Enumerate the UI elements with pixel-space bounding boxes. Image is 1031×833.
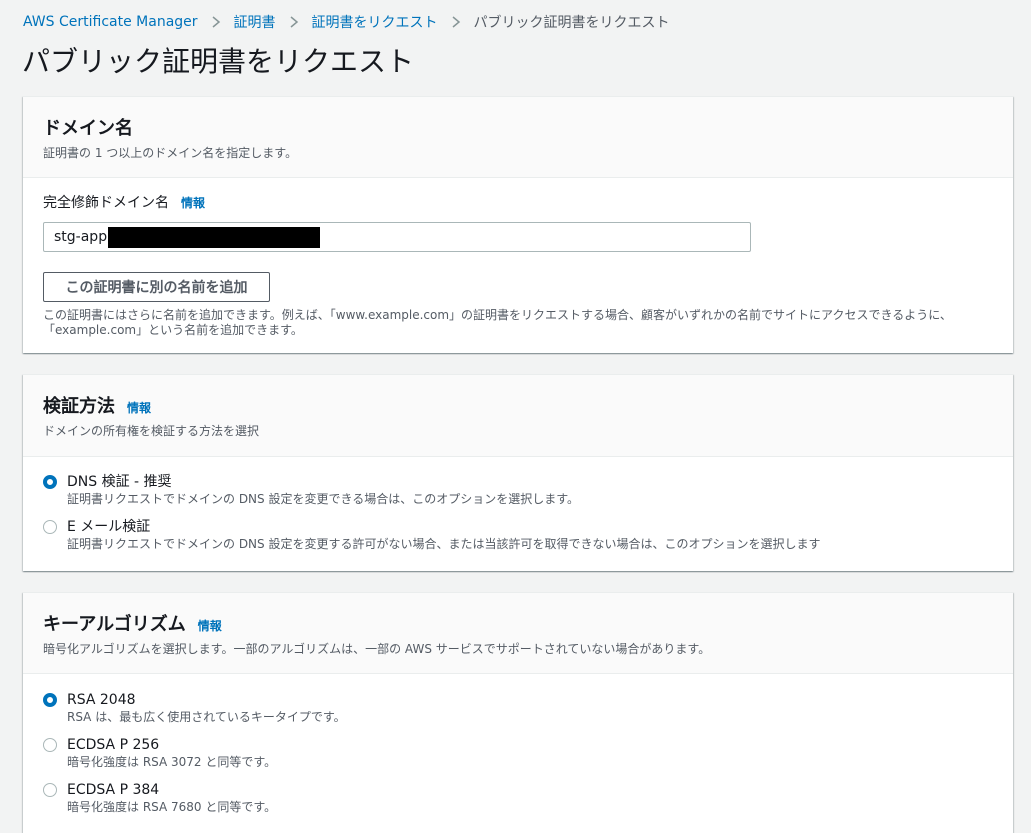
key-algorithm-description: 暗号化アルゴリズムを選択します。一部のアルゴリズムは、一部の AWS サービスで… xyxy=(43,642,711,656)
add-another-name-button[interactable]: この証明書に別の名前を追加 xyxy=(43,272,270,302)
fqdn-info-link[interactable]: 情報 xyxy=(181,194,205,211)
validation-method-panel: 検証方法 情報 ドメインの所有権を検証する方法を選択 DNS 検証 - 推奨 証… xyxy=(23,374,1013,571)
page-title: パブリック証明書をリクエスト xyxy=(22,45,415,78)
add-name-hint: この証明書にはさらに名前を追加できます。例えば、「www.example.com… xyxy=(43,308,993,338)
domain-name-description: 証明書の 1 つ以上のドメイン名を指定します。 xyxy=(43,146,298,160)
radio-option-dns[interactable]: DNS 検証 - 推奨 証明書リクエストでドメインの DNS 設定を変更できる場… xyxy=(43,473,993,507)
domain-name-panel-body: 完全修飾ドメイン名 情報 この証明書に別の名前を追加 この証明書にはさらに名前を… xyxy=(23,178,1013,338)
radio-button-ecdsa-p256[interactable] xyxy=(43,738,57,752)
domain-name-panel-header: ドメイン名 証明書の 1 つ以上のドメイン名を指定します。 xyxy=(23,97,1013,178)
breadcrumb: AWS Certificate Manager 証明書 証明書をリクエスト パブ… xyxy=(23,12,670,32)
fqdn-label: 完全修飾ドメイン名 xyxy=(43,195,169,211)
chevron-right-icon xyxy=(211,16,221,28)
domain-name-title: ドメイン名 xyxy=(43,118,133,139)
radio-label-ecdsa-p384: ECDSA P 384 xyxy=(67,782,160,798)
breadcrumb-request-link[interactable]: 証明書をリクエスト xyxy=(312,12,438,32)
validation-method-title: 検証方法 xyxy=(43,396,115,417)
chevron-right-icon xyxy=(451,16,461,28)
radio-label-rsa-2048: RSA 2048 xyxy=(67,692,136,708)
radio-label-email: E メール検証 xyxy=(67,519,151,535)
radio-option-ecdsa-p384[interactable]: ECDSA P 384 暗号化強度は RSA 7680 と同等です。 xyxy=(43,781,993,815)
radio-description-ecdsa-p384: 暗号化強度は RSA 7680 と同等です。 xyxy=(67,800,277,814)
redaction-block xyxy=(108,227,320,248)
radio-description-ecdsa-p256: 暗号化強度は RSA 3072 と同等です。 xyxy=(67,755,277,769)
validation-method-description: ドメインの所有権を検証する方法を選択 xyxy=(43,424,260,438)
radio-button-dns[interactable] xyxy=(43,475,57,489)
validation-method-panel-header: 検証方法 情報 ドメインの所有権を検証する方法を選択 xyxy=(23,375,1013,457)
radio-option-email[interactable]: E メール検証 証明書リクエストでドメインの DNS 設定を変更する許可がない場… xyxy=(43,518,993,552)
radio-option-ecdsa-p256[interactable]: ECDSA P 256 暗号化強度は RSA 3072 と同等です。 xyxy=(43,736,993,770)
key-algorithm-panel-header: キーアルゴリズム 情報 暗号化アルゴリズムを選択します。一部のアルゴリズムは、一… xyxy=(23,593,1013,674)
radio-option-rsa-2048[interactable]: RSA 2048 RSA は、最も広く使用されているキータイプです。 xyxy=(43,691,993,725)
key-algorithm-panel-body: RSA 2048 RSA は、最も広く使用されているキータイプです。 ECDSA… xyxy=(23,674,1013,815)
radio-label-dns: DNS 検証 - 推奨 xyxy=(67,474,172,490)
breadcrumb-current: パブリック証明書をリクエスト xyxy=(473,15,670,31)
key-algorithm-panel: キーアルゴリズム 情報 暗号化アルゴリズムを選択します。一部のアルゴリズムは、一… xyxy=(23,592,1013,833)
validation-method-panel-body: DNS 検証 - 推奨 証明書リクエストでドメインの DNS 設定を変更できる場… xyxy=(23,457,1013,552)
key-algorithm-title: キーアルゴリズム xyxy=(43,614,186,635)
radio-description-dns: 証明書リクエストでドメインの DNS 設定を変更できる場合は、このオプションを選… xyxy=(67,492,580,506)
radio-button-email[interactable] xyxy=(43,520,57,534)
domain-name-panel: ドメイン名 証明書の 1 つ以上のドメイン名を指定します。 完全修飾ドメイン名 … xyxy=(23,96,1013,353)
fqdn-input-wrapper xyxy=(43,222,751,252)
breadcrumb-certificates-link[interactable]: 証明書 xyxy=(234,12,276,32)
radio-button-ecdsa-p384[interactable] xyxy=(43,783,57,797)
radio-description-rsa-2048: RSA は、最も広く使用されているキータイプです。 xyxy=(67,710,346,724)
add-name-hint-line-2: 「example.com」という名前を追加できます。 xyxy=(43,323,303,337)
radio-button-rsa-2048[interactable] xyxy=(43,693,57,707)
add-name-hint-line-1: この証明書にはさらに名前を追加できます。例えば、「www.example.com… xyxy=(43,308,952,322)
breadcrumb-acm-link[interactable]: AWS Certificate Manager xyxy=(23,14,198,30)
chevron-right-icon xyxy=(289,16,299,28)
radio-label-ecdsa-p256: ECDSA P 256 xyxy=(67,737,160,753)
radio-description-email: 証明書リクエストでドメインの DNS 設定を変更する許可がない場合、または当該許… xyxy=(67,537,821,551)
key-algorithm-info-link[interactable]: 情報 xyxy=(198,617,222,634)
validation-info-link[interactable]: 情報 xyxy=(127,399,151,416)
